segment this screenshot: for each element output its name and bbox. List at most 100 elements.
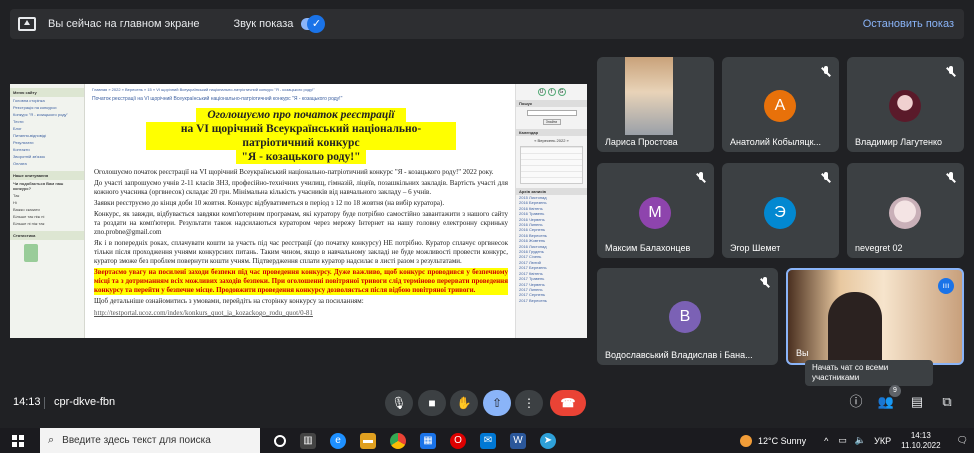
menu-item[interactable]: Зворотній зв'язок <box>10 153 84 160</box>
menu-item[interactable]: Оплата <box>10 160 84 167</box>
taskbar-clock[interactable]: 14:13 11.10.2022 <box>901 431 940 451</box>
archive-list: 2015 Листопад 2016 Березень 2016 Квітень… <box>516 195 587 303</box>
sound-label: Звук показа <box>233 18 294 30</box>
participant-name: nevegret 02 <box>855 243 903 253</box>
participant-tile[interactable]: В Водославський Владислав і Бана... <box>597 268 778 365</box>
people-icon[interactable]: 👥 <box>877 393 895 411</box>
menu-item[interactable]: Результати <box>10 139 84 146</box>
participant-tile[interactable]: Лариса Простова <box>597 57 714 152</box>
participant-tile[interactable]: А Анатолий Кобыляцк... <box>722 57 839 152</box>
chrome-icon[interactable] <box>390 432 406 449</box>
search-icon: ⌕ <box>48 434 55 446</box>
mic-off-icon <box>758 276 772 290</box>
clock-date: 11.10.2022 <box>901 440 941 450</box>
taskbar-search[interactable]: ⌕ Введите здесь текст для поиска <box>40 428 260 453</box>
camera-button[interactable]: ■ <box>418 390 446 416</box>
raise-hand-button[interactable]: ✋ <box>450 390 478 416</box>
participant-video <box>625 57 673 135</box>
weather-text[interactable]: 12°C Sunny <box>758 436 806 446</box>
site-search-input[interactable] <box>526 110 577 116</box>
network-icon[interactable]: ▭ <box>838 435 847 446</box>
windows-taskbar: ⌕ Введите здесь текст для поиска ▥ e ▬ ▦… <box>0 428 974 453</box>
windows-start-icon[interactable] <box>12 434 24 447</box>
participant-tile[interactable]: Владимир Лагутенко <box>847 57 964 152</box>
mail-icon[interactable]: ✉ <box>480 432 496 449</box>
avatar: А <box>764 90 796 122</box>
avatar: В <box>669 301 701 333</box>
video-camera-icon: ■ <box>428 396 436 410</box>
speaking-icon: ııı <box>938 278 954 294</box>
microphone-icon: 🎙 <box>391 396 407 410</box>
clock-time: 14:13 <box>910 430 931 440</box>
menu-item[interactable]: Блог <box>10 125 84 132</box>
menu-item[interactable]: Реєстрація на конкурси <box>10 104 84 111</box>
participant-name: Водославський Владислав і Бана... <box>605 350 753 360</box>
meeting-time: 14:13 <box>13 396 41 408</box>
presenting-status-text: Вы сейчас на главном экране <box>48 18 200 30</box>
avatar: Э <box>764 197 796 229</box>
edge-icon[interactable]: e <box>330 432 346 449</box>
stop-presenting-button[interactable]: Остановить показ <box>863 18 954 30</box>
activities-icon[interactable]: ⧉ <box>938 393 956 411</box>
paragraph: Як і в попередніх роках, сплачувати кошт… <box>94 239 508 265</box>
language-indicator[interactable]: УКР <box>874 436 891 446</box>
archive-header: Архів записів <box>516 188 587 195</box>
present-button[interactable]: ⇧ <box>483 390 511 416</box>
word-icon[interactable]: W <box>510 432 526 449</box>
poll-option[interactable]: Ні <box>10 199 84 206</box>
more-options-button[interactable]: ⋮ <box>515 390 543 416</box>
mic-off-icon <box>944 171 958 185</box>
poll-option[interactable]: Більше так ніж ні <box>10 213 84 220</box>
archive-item[interactable]: 2017 Вересень <box>519 298 584 303</box>
contest-link[interactable]: http://testportal.ucoz.com/index/konkurs… <box>94 309 508 318</box>
social-icon-f[interactable]: f <box>547 88 556 96</box>
telegram-icon[interactable]: ➤ <box>540 432 556 449</box>
participant-name: Эгор Шемет <box>730 243 781 253</box>
stats-widget-icon <box>24 244 38 262</box>
paragraph: Оголошуємо початок реєстрації на VI щорі… <box>94 168 494 176</box>
site-search-button[interactable]: Знайти <box>542 119 561 125</box>
task-view-icon[interactable]: ▥ <box>300 432 316 449</box>
social-icon-u[interactable]: U <box>537 88 546 96</box>
leave-call-button[interactable]: ☎ <box>550 390 586 416</box>
menu-item[interactable]: Тести <box>10 118 84 125</box>
mic-button[interactable]: 🎙 <box>385 390 413 416</box>
announcement-heading-1: Оголошуємо про початок реєстрації <box>196 108 406 122</box>
participant-tile[interactable]: Э Эгор Шемет <box>722 163 839 258</box>
participant-name: Владимир Лагутенко <box>855 137 942 147</box>
sound-toggle[interactable]: ✓ <box>301 15 326 33</box>
participant-tile[interactable]: nevegret 02 <box>847 163 964 258</box>
volume-icon[interactable]: 🔈 <box>855 435 866 446</box>
chat-icon[interactable]: ▤ <box>908 393 926 411</box>
opera-icon[interactable]: O <box>450 432 466 449</box>
paragraph: До участі запрошуємо учнів 2-11 класів З… <box>94 179 508 196</box>
cortana-icon[interactable] <box>274 434 286 447</box>
breadcrumb: Главная » 2022 » Вересень » 15 » VI щорі… <box>92 87 315 92</box>
menu-item[interactable]: Головна сторінка <box>10 97 84 104</box>
poll-option[interactable]: Так <box>10 192 84 199</box>
file-explorer-icon[interactable]: ▬ <box>360 432 376 449</box>
system-tray: 12°C Sunny ^ ▭ 🔈 УКР 14:13 11.10.2022 🗨 <box>740 428 974 453</box>
calendar-month[interactable]: « Вересень 2022 » <box>516 138 587 143</box>
social-icon-g[interactable]: G <box>557 88 566 96</box>
menu-item[interactable]: Контакти <box>10 146 84 153</box>
store-icon[interactable]: ▦ <box>420 432 436 449</box>
paragraph: Заявки реєструємо до кінця доби 10 жовтн… <box>94 199 445 207</box>
poll-option[interactable]: Важко сказати <box>10 206 84 213</box>
participant-name: Максим Балахонцев <box>605 243 691 253</box>
calendar-grid[interactable] <box>520 146 583 184</box>
poll-option[interactable]: Більше ні ніж так <box>10 220 84 227</box>
menu-item[interactable]: Конкурс "Я - козацького роду" <box>10 111 84 118</box>
participant-tile[interactable]: М Максим Балахонцев <box>597 163 714 258</box>
weather-icon <box>740 434 753 447</box>
menu-item[interactable]: Питання-відповіді <box>10 132 84 139</box>
notifications-icon[interactable]: 🗨 <box>957 435 968 446</box>
chevron-up-icon[interactable]: ^ <box>824 436 828 446</box>
paragraph: Конкурс, як завжди, відбувається завдяки… <box>94 210 508 236</box>
self-view-tile[interactable]: ııı Вы <box>786 268 964 365</box>
mic-off-icon <box>694 171 708 185</box>
hand-icon: ✋ <box>456 396 472 410</box>
avatar <box>889 197 921 229</box>
check-icon: ✓ <box>307 15 326 33</box>
info-icon[interactable]: ⓘ <box>847 393 865 411</box>
